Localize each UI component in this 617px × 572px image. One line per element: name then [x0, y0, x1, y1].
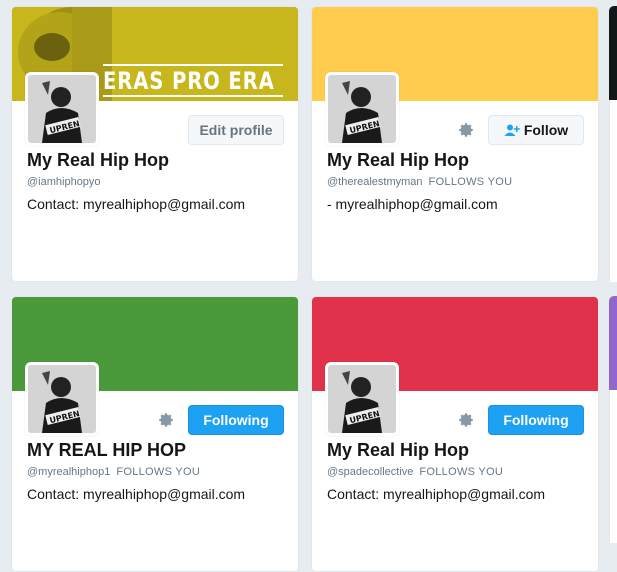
display-name[interactable]: My Real Hip Hop: [27, 150, 169, 171]
screen-name[interactable]: @spadecollective: [327, 466, 413, 478]
partial-card-edge: [609, 6, 617, 100]
edit-profile-label: Edit profile: [199, 122, 273, 138]
banner-caption: ERAS PRO ERA: [103, 67, 275, 95]
follows-you-badge: FOLLOWS YOU: [419, 466, 504, 478]
gear-icon[interactable]: [457, 121, 475, 139]
screen-name[interactable]: @myrealhiphop1: [27, 466, 110, 478]
banner-rule-bottom: [103, 95, 283, 97]
following-label: Following: [203, 412, 269, 428]
bio: Contact: myrealhiphop@gmail.com: [327, 486, 546, 502]
avatar[interactable]: UPREN: [25, 72, 99, 146]
profile-card[interactable]: UPREN Following My Real Hip Hop @spadeco…: [311, 296, 599, 572]
display-name[interactable]: MY REAL HIP HOP: [27, 440, 186, 461]
banner-rule-top: [103, 64, 283, 66]
follows-you-badge: FOLLOWS YOU: [428, 176, 513, 188]
follow-label: Follow: [523, 122, 569, 138]
display-name[interactable]: My Real Hip Hop: [327, 440, 469, 461]
following-button[interactable]: Following: [188, 405, 284, 435]
avatar-photo: UPREN: [28, 365, 96, 433]
partial-card-edge: [609, 100, 617, 282]
bio: - myrealhiphop@gmail.com: [327, 196, 498, 212]
gear-icon[interactable]: [457, 411, 475, 429]
following-label: Following: [503, 412, 569, 428]
avatar-photo: UPREN: [28, 75, 96, 143]
handle-row: @myrealhiphop1 FOLLOWS YOU: [27, 466, 200, 478]
bio: Contact: myrealhiphop@gmail.com: [27, 486, 246, 502]
following-button[interactable]: Following: [488, 405, 584, 435]
screen-name[interactable]: @therealestmyman: [327, 176, 423, 188]
follows-you-badge: FOLLOWS YOU: [116, 466, 201, 478]
avatar[interactable]: UPREN: [25, 362, 99, 436]
handle-row: @iamhiphopyo: [27, 176, 101, 188]
gear-icon[interactable]: [157, 411, 175, 429]
bio: Contact: myrealhiphop@gmail.com: [27, 196, 246, 212]
display-name[interactable]: My Real Hip Hop: [327, 150, 469, 171]
profile-card[interactable]: UPREN Following MY REAL HIP HOP @myrealh…: [11, 296, 299, 572]
follow-button[interactable]: Follow: [488, 115, 584, 145]
partial-card-edge: [609, 296, 617, 390]
screen-name[interactable]: @iamhiphopyo: [27, 176, 101, 188]
profile-card[interactable]: UPREN Follow My Real Hip Hop @therealest…: [311, 6, 599, 282]
add-user-icon: [504, 124, 520, 136]
avatar-photo: UPREN: [328, 365, 396, 433]
avatar-photo: UPREN: [328, 75, 396, 143]
profile-card[interactable]: ERAS PRO ERA UPREN Edit profile My Real …: [11, 6, 299, 282]
avatar[interactable]: UPREN: [325, 362, 399, 436]
handle-row: @spadecollective FOLLOWS YOU: [327, 466, 503, 478]
edit-profile-button[interactable]: Edit profile: [188, 115, 284, 145]
handle-row: @therealestmyman FOLLOWS YOU: [327, 176, 512, 188]
avatar[interactable]: UPREN: [325, 72, 399, 146]
partial-card-edge: [609, 390, 617, 543]
